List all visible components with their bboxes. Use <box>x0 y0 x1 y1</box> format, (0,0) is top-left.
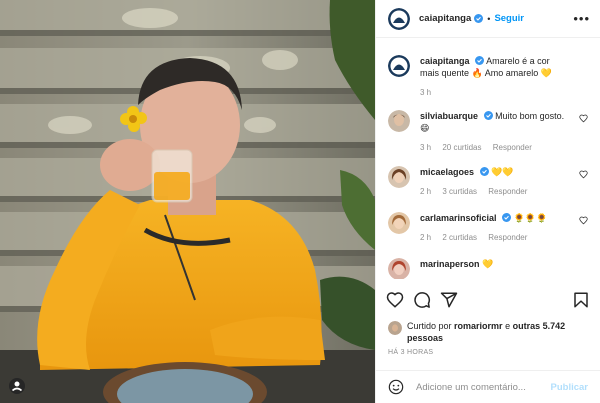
verified-icon <box>479 167 489 176</box>
publish-button[interactable]: Publicar <box>551 382 589 393</box>
post-photo[interactable] <box>0 0 375 403</box>
photo-illustration <box>0 0 375 403</box>
follow-button[interactable]: Seguir <box>494 13 524 24</box>
reply-button[interactable]: Responder <box>493 143 532 152</box>
comment-username[interactable]: caiapitanga <box>420 56 470 66</box>
liked-by-conj: e <box>505 321 511 331</box>
add-comment-bar: Publicar <box>376 370 600 403</box>
separator-dot: • <box>487 13 491 24</box>
avatar[interactable] <box>388 321 402 335</box>
comment-username[interactable]: micaelagoes <box>420 167 474 177</box>
comment-item: micaelagoes 💛💛 2 h 3 curtidas Responder <box>388 166 588 212</box>
verified-icon <box>474 14 484 23</box>
comment-username[interactable]: silviabuarque <box>420 111 478 121</box>
comment-text: 🌻🌻🌻 <box>513 213 548 223</box>
instagram-post: caiapitanga • Seguir ••• caiapitanga Ama… <box>0 0 600 403</box>
post-side-panel: caiapitanga • Seguir ••• caiapitanga Ama… <box>375 0 600 403</box>
comment-item: marinaperson 💛 <box>388 258 588 279</box>
avatar[interactable] <box>388 212 410 234</box>
comment-time[interactable]: 2 h <box>420 233 431 242</box>
comment-icon[interactable] <box>413 291 431 309</box>
heart-icon[interactable] <box>579 170 588 179</box>
avatar[interactable] <box>388 7 410 30</box>
avatar[interactable] <box>388 110 410 132</box>
heart-icon[interactable] <box>579 216 588 225</box>
post-timestamp[interactable]: HÁ 3 HORAS <box>388 349 433 356</box>
post-actions <box>376 288 600 312</box>
username[interactable]: caiapitanga <box>419 13 471 24</box>
emoji-icon[interactable] <box>388 379 404 395</box>
heart-icon[interactable] <box>579 114 588 123</box>
comment-input[interactable] <box>416 381 551 393</box>
share-icon[interactable] <box>440 291 458 309</box>
comment-time[interactable]: 2 h <box>420 187 431 196</box>
bookmark-icon[interactable] <box>572 291 590 309</box>
likes-summary: Curtido por romariormr e outras 5.742 pe… <box>388 320 590 344</box>
avatar[interactable] <box>388 55 410 77</box>
comment-text: 💛 <box>482 259 494 269</box>
comment-time[interactable]: 3 h <box>420 143 431 152</box>
comments-list: caiapitanga Amarelo é a cor mais quente … <box>376 39 600 279</box>
caption: caiapitanga Amarelo é a cor mais quente … <box>388 55 588 110</box>
user-tag-icon[interactable] <box>9 378 25 394</box>
verified-icon <box>483 111 493 120</box>
more-icon[interactable]: ••• <box>573 11 590 26</box>
caption-time[interactable]: 3 h <box>420 88 431 97</box>
comment-item: silviabuarque Muito bom gosto. 😄 3 h 20 … <box>388 110 588 166</box>
avatar[interactable] <box>388 166 410 188</box>
liked-by-user[interactable]: romariormr <box>454 321 503 331</box>
verified-icon <box>475 56 485 65</box>
liked-by-prefix: Curtido por <box>407 321 452 331</box>
verified-icon <box>502 213 512 222</box>
heart-icon[interactable] <box>386 291 404 309</box>
reply-button[interactable]: Responder <box>488 187 527 196</box>
comment-likes[interactable]: 3 curtidas <box>442 187 477 196</box>
reply-button[interactable]: Responder <box>488 233 527 242</box>
avatar[interactable] <box>388 258 410 279</box>
comment-item: carlamarinsoficial 🌻🌻🌻 2 h 2 curtidas Re… <box>388 212 588 258</box>
comment-text: 💛💛 <box>491 167 514 177</box>
comment-likes[interactable]: 2 curtidas <box>442 233 477 242</box>
post-header: caiapitanga • Seguir ••• <box>376 0 600 38</box>
comment-likes[interactable]: 20 curtidas <box>442 143 481 152</box>
comment-username[interactable]: marinaperson <box>420 259 480 269</box>
comment-username[interactable]: carlamarinsoficial <box>420 213 497 223</box>
